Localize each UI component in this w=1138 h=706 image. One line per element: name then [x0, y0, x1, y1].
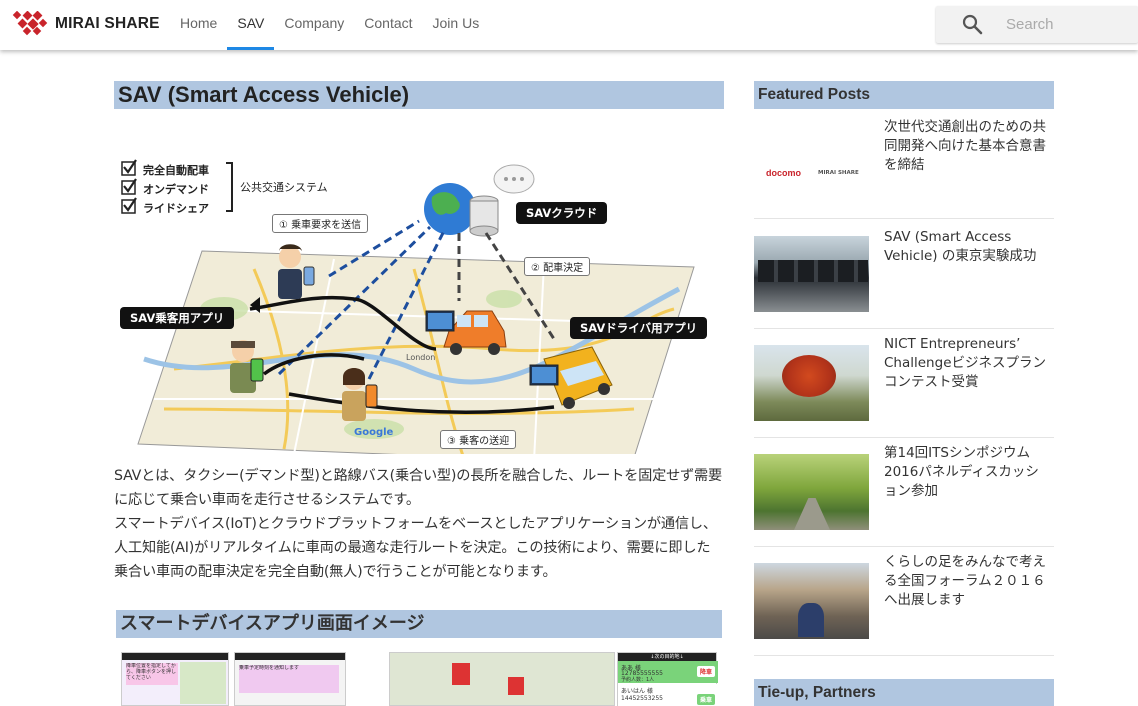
passenger-count: 予約人数：1人 — [621, 677, 655, 683]
post-title[interactable]: NICT Entrepreneurs’ Challengeビジネスプランコンテス… — [884, 335, 1052, 392]
sidebar: Featured Posts docomo MIRAI SHARE 次世代交通創… — [754, 81, 1054, 656]
passenger-name: あいはん 様 — [621, 688, 653, 695]
logo-mark-icon — [12, 11, 48, 36]
car-row-graphic — [758, 260, 868, 282]
site-logo-text: MIRAI SHARE — [55, 15, 160, 32]
map-label-google: Google — [354, 427, 394, 438]
nav-contact[interactable]: Contact — [354, 0, 422, 50]
passenger-phone: 14452553255 — [621, 695, 663, 702]
status-bar — [235, 653, 345, 660]
featured-post[interactable]: 第14回ITSシンポジウム2016パネルディスカッション参加 — [754, 437, 1054, 547]
map-thumbnail — [180, 662, 226, 704]
map-marker — [508, 677, 524, 695]
main-content: SAV (Smart Access Vehicle) 完全自動配車 オンデマンド… — [114, 81, 724, 454]
description-paragraph-1: SAVとは、タクシー(デマンド型)と路線バス(乗合い型)の長所を融合した、ルート… — [114, 468, 723, 508]
post-thumbnail[interactable] — [754, 345, 869, 421]
step3-label: ③ 乗客の送迎 — [440, 430, 517, 449]
driver-app-label: SAVドライバ用アプリ — [570, 317, 708, 339]
checklist-item-1: 完全自動配車 — [143, 164, 209, 177]
dropoff-button[interactable]: 降車 — [696, 666, 715, 677]
post-title[interactable]: 第14回ITSシンポジウム2016パネルディスカッション参加 — [884, 444, 1052, 501]
post-thumbnail[interactable] — [754, 454, 869, 530]
sav-cloud-label: SAVクラウド — [516, 202, 608, 224]
step2-label: ② 配車決定 — [524, 257, 591, 276]
search-box — [936, 6, 1138, 43]
list-item[interactable]: ああ 様 12785555555 予約人数：1人 降車 — [618, 661, 718, 683]
post-thumbnail[interactable] — [754, 236, 869, 312]
post-title[interactable]: 次世代交通創出のための共同開発へ向けた基本合意書を締結 — [884, 118, 1052, 175]
map-label-london: London — [406, 353, 436, 362]
sav-system-diagram: 完全自動配車 オンデマンド ライドシェア 公共交通システム ① 乗車要求を送信 … — [114, 109, 724, 454]
crowd-graphic — [798, 603, 824, 637]
list-item[interactable]: あいはん 様 14452553255 乗車 — [618, 684, 718, 706]
instruction-bubble: 降車位置を指定してから、降車ボタンを押してください — [126, 663, 178, 685]
post-thumbnail[interactable] — [754, 563, 869, 639]
map-marker — [452, 663, 470, 685]
search-icon[interactable] — [962, 14, 983, 35]
featured-post[interactable]: くらしの足をみんなで考える全国フォーラム２０１６へ出展します — [754, 546, 1054, 656]
list-header: ↓次の目的地↓ — [618, 653, 716, 661]
page-title: SAV (Smart Access Vehicle) — [114, 81, 724, 109]
main-nav: Home SAV Company Contact Join Us — [170, 0, 489, 50]
app-screens-heading: スマートデバイスアプリ画面イメージ — [116, 610, 722, 638]
nav-home[interactable]: Home — [170, 0, 227, 50]
mirai-share-mini-logo: MIRAI SHARE — [818, 170, 859, 176]
nav-sav[interactable]: SAV — [227, 0, 275, 50]
nav-company[interactable]: Company — [274, 0, 354, 50]
step1-label: ① 乗車要求を送信 — [272, 214, 369, 233]
driver-app-list: ↓次の目的地↓ ああ 様 12785555555 予約人数：1人 降車 あいはん… — [617, 652, 718, 706]
sav-diagram-graphic — [121, 159, 695, 454]
site-header: MIRAI SHARE Home SAV Company Contact Joi… — [0, 0, 1138, 50]
sav-description: SAVとは、タクシー(デマンド型)と路線バス(乗合い型)の長所を融合した、ルート… — [114, 464, 724, 584]
checklist-item-3: ライドシェア — [143, 202, 209, 215]
road-graphic — [794, 498, 830, 530]
partners-heading: Tie-up, Partners — [754, 679, 1054, 706]
post-thumbnail[interactable]: docomo MIRAI SHARE — [754, 136, 869, 212]
featured-post[interactable]: NICT Entrepreneurs’ Challengeビジネスプランコンテス… — [754, 328, 1054, 438]
featured-post[interactable]: docomo MIRAI SHARE 次世代交通創出のための共同開発へ向けた基本… — [754, 109, 1054, 219]
search-input[interactable] — [1006, 6, 1131, 43]
nav-join-us[interactable]: Join Us — [423, 0, 490, 50]
docomo-logo: docomo — [766, 168, 801, 178]
app-screenshots: 降車位置を指定してから、降車ボタンを押してください 乗車予定時刻を通知します ↓… — [121, 652, 721, 706]
post-title[interactable]: SAV (Smart Access Vehicle) の東京実験成功 — [884, 228, 1052, 266]
pickup-button[interactable]: 乗車 — [696, 694, 715, 705]
featured-posts-heading: Featured Posts — [754, 81, 1054, 109]
featured-post[interactable]: SAV (Smart Access Vehicle) の東京実験成功 — [754, 219, 1054, 329]
driver-app-map — [389, 652, 615, 706]
description-paragraph-2: スマートデバイス(IoT)とクラウドプラットフォームをベースとしたアプリケーショ… — [114, 516, 717, 580]
checklist-item-2: オンデマンド — [143, 183, 209, 196]
notification-bubble: 乗車予定時刻を通知します — [239, 665, 339, 693]
passenger-app-label: SAV乗客用アプリ — [120, 307, 235, 329]
status-bar — [122, 653, 228, 660]
public-transport-label: 公共交通システム — [240, 181, 328, 194]
post-title[interactable]: くらしの足をみんなで考える全国フォーラム２０１６へ出展します — [884, 553, 1052, 610]
tree-graphic — [782, 355, 836, 397]
site-logo[interactable]: MIRAI SHARE — [10, 11, 160, 37]
passenger-app-screen-2: 乗車予定時刻を通知します — [234, 652, 346, 706]
passenger-app-screen-1: 降車位置を指定してから、降車ボタンを押してください — [121, 652, 229, 706]
